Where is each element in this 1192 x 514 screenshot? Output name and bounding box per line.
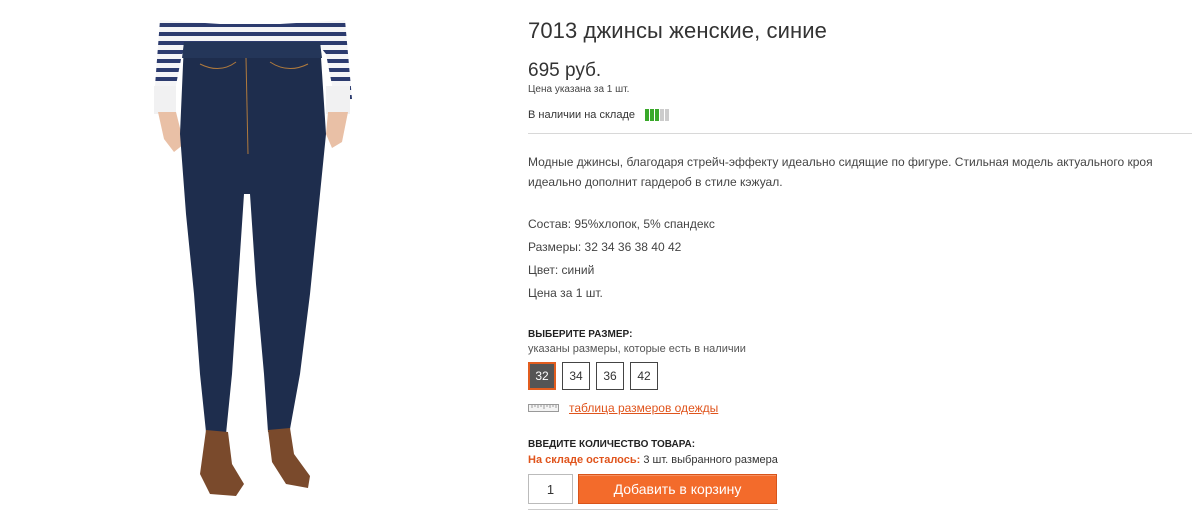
- stock-bar: [664, 109, 669, 121]
- size-select-note: указаны размеры, которые есть в наличии: [528, 343, 746, 355]
- stock-label: В наличии на складе: [528, 109, 635, 121]
- size-options: 32 34 36 42: [528, 362, 658, 390]
- quantity-title: ВВЕДИТЕ КОЛИЧЕСТВО ТОВАРА:: [528, 439, 696, 450]
- product-image: [154, 20, 352, 496]
- spec-color: Цвет: синий: [528, 263, 595, 277]
- size-table-link[interactable]: таблица размеров одежды: [569, 401, 718, 415]
- stock-bar: [644, 109, 649, 121]
- divider: [528, 509, 778, 510]
- quantity-input[interactable]: [528, 474, 573, 504]
- divider: [528, 133, 1192, 134]
- product-title: 7013 джинсы женские, синие: [528, 18, 828, 43]
- stock-bar: [659, 109, 664, 121]
- size-option[interactable]: 34: [562, 362, 590, 390]
- stock-left-value: 3 шт. выбранного размера: [643, 454, 778, 466]
- product-description: Модные джинсы, благодаря стрейч-эффекту …: [528, 152, 1178, 192]
- stock-bar: [649, 109, 654, 121]
- size-select-title: ВЫБЕРИТЕ РАЗМЕР:: [528, 329, 633, 340]
- stock-bar: [654, 109, 659, 121]
- size-table: таблица размеров одежды: [528, 401, 718, 415]
- stock-left-label: На складе осталось:: [528, 454, 641, 466]
- size-option[interactable]: 36: [596, 362, 624, 390]
- description-line: Модные джинсы, благодаря стрейч-эффекту …: [528, 155, 1153, 169]
- add-to-cart-button[interactable]: Добавить в корзину: [578, 474, 777, 504]
- price-note: Цена указана за 1 шт.: [528, 84, 630, 95]
- ruler-icon: [528, 404, 559, 412]
- spec-composition: Состав: 95%хлопок, 5% спандекс: [528, 217, 715, 231]
- spec-price-per: Цена за 1 шт.: [528, 286, 603, 300]
- stock-status: В наличии на складе: [528, 109, 669, 121]
- stock-level-indicator: [644, 109, 669, 121]
- spec-sizes: Размеры: 32 34 36 38 40 42: [528, 240, 682, 254]
- size-option[interactable]: 42: [630, 362, 658, 390]
- size-option[interactable]: 32: [528, 362, 556, 390]
- product-price: 695 руб.: [528, 60, 602, 81]
- description-line: идеально дополнит гардероб в стиле кэжуа…: [528, 175, 783, 189]
- stock-left: На складе осталось: 3 шт. выбранного раз…: [528, 454, 778, 466]
